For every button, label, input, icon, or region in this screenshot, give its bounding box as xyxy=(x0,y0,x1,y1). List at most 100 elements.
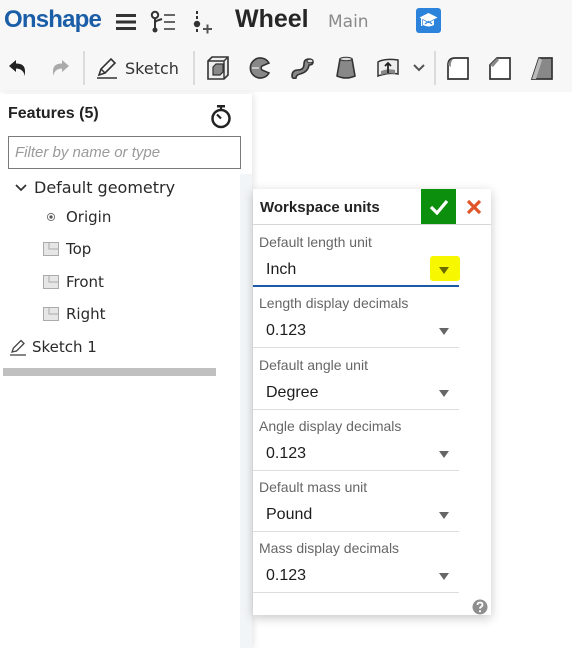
learning-center-button[interactable] xyxy=(416,8,441,33)
features-title: Features (5) xyxy=(8,105,99,122)
workspace-units-dialog: Workspace units Default length unit Inch… xyxy=(253,189,491,615)
tree-item-label: Top xyxy=(66,240,92,258)
insert-icon[interactable] xyxy=(190,10,214,36)
field-label: Default mass unit xyxy=(259,479,368,495)
onshape-logo[interactable]: Onshape xyxy=(4,6,102,34)
tree-item-label: Sketch 1 xyxy=(32,338,97,356)
cancel-button[interactable] xyxy=(461,193,487,221)
select-value: 0.123 xyxy=(266,322,307,339)
undo-button[interactable] xyxy=(6,53,30,83)
graduation-cap-icon xyxy=(419,13,438,27)
version-graph-icon[interactable] xyxy=(150,10,178,36)
redo-button[interactable] xyxy=(48,53,72,83)
branch-name[interactable]: Main xyxy=(328,12,369,32)
field-default-angle-unit: Default angle unit Degree xyxy=(253,352,459,413)
loft-icon xyxy=(336,56,356,79)
sketch-label: Sketch xyxy=(125,58,179,78)
extrude-button[interactable] xyxy=(204,53,232,83)
tree-item-label: Right xyxy=(66,305,106,323)
accept-button[interactable] xyxy=(421,189,456,224)
vertical-scroll-track[interactable] xyxy=(240,174,252,648)
field-mass-display-decimals: Mass display decimals 0.123 xyxy=(253,535,459,596)
fillet-button[interactable] xyxy=(444,53,472,83)
field-label: Length display decimals xyxy=(259,295,409,311)
chevron-down-icon xyxy=(413,64,425,72)
toolbar-divider xyxy=(434,51,436,85)
length-unit-select[interactable]: Inch xyxy=(253,255,460,287)
tree-item-sketch-1[interactable]: Sketch 1 xyxy=(9,338,97,356)
top-bar: Onshape Wheel Main xyxy=(0,0,572,45)
dialog-header: Workspace units xyxy=(253,189,491,225)
length-decimals-select[interactable]: 0.123 xyxy=(253,316,459,348)
feature-toolbar: Sketch xyxy=(0,45,572,92)
dropdown-caret-icon[interactable] xyxy=(439,267,449,274)
mass-unit-select[interactable]: Pound xyxy=(253,500,459,532)
plane-icon xyxy=(42,242,60,256)
field-default-mass-unit: Default mass unit Pound xyxy=(253,474,459,535)
select-value: Pound xyxy=(266,506,313,523)
dropdown-caret-icon[interactable] xyxy=(439,390,449,397)
field-label: Angle display decimals xyxy=(259,418,402,434)
toolbar-divider xyxy=(83,51,85,85)
close-icon xyxy=(466,199,482,215)
document-title[interactable]: Wheel xyxy=(235,5,309,34)
horizontal-scrollbar[interactable] xyxy=(3,368,216,376)
stopwatch-icon xyxy=(211,105,231,129)
mass-decimals-select[interactable]: 0.123 xyxy=(253,561,459,593)
chevron-down-icon[interactable] xyxy=(13,183,29,193)
dialog-title: Workspace units xyxy=(260,199,380,216)
dropdown-caret-icon[interactable] xyxy=(439,573,449,580)
draft-button[interactable] xyxy=(528,53,556,83)
select-value: 0.123 xyxy=(266,567,307,584)
plane-icon xyxy=(42,307,60,321)
feature-filter-input[interactable] xyxy=(8,136,241,169)
toolbar-divider xyxy=(193,51,195,85)
revolve-button[interactable] xyxy=(246,53,274,83)
origin-icon xyxy=(42,212,60,222)
dropdown-caret-icon[interactable] xyxy=(439,328,449,335)
rollback-timer-button[interactable] xyxy=(209,104,233,133)
checkmark-icon xyxy=(429,199,448,215)
plane-icon xyxy=(42,275,60,289)
tree-item-origin[interactable]: Origin xyxy=(42,208,111,226)
redo-icon xyxy=(53,60,69,76)
menu-icon[interactable] xyxy=(114,11,138,33)
tree-item-front[interactable]: Front xyxy=(42,273,104,291)
more-features-dropdown[interactable] xyxy=(410,53,428,83)
undo-icon xyxy=(9,60,25,76)
tree-item-top[interactable]: Top xyxy=(42,240,91,258)
chamfer-button[interactable] xyxy=(486,53,514,83)
onshape-app: Onshape Wheel Main Sketch Features (5) F… xyxy=(0,0,572,648)
field-label: Default angle unit xyxy=(259,357,368,373)
thicken-icon xyxy=(377,58,399,78)
dropdown-caret-icon[interactable] xyxy=(439,451,449,458)
select-value: Degree xyxy=(266,384,319,401)
extrude-icon xyxy=(207,56,229,80)
pencil-icon xyxy=(97,57,117,79)
field-default-length-unit: Default length unit Inch xyxy=(253,229,460,290)
revolve-icon xyxy=(249,57,271,79)
fillet-icon xyxy=(447,57,469,80)
field-angle-display-decimals: Angle display decimals 0.123 xyxy=(253,413,459,474)
draft-icon xyxy=(530,57,553,80)
angle-unit-select[interactable]: Degree xyxy=(253,378,459,410)
sketch-icon xyxy=(9,338,27,356)
loft-button[interactable] xyxy=(332,53,360,83)
tree-item-label: Origin xyxy=(66,208,112,226)
help-button[interactable] xyxy=(472,599,488,619)
field-label: Mass display decimals xyxy=(259,540,400,556)
sweep-button[interactable] xyxy=(288,53,316,83)
field-length-display-decimals: Length display decimals 0.123 xyxy=(253,290,459,351)
angle-decimals-select[interactable]: 0.123 xyxy=(253,439,459,471)
tree-item-label: Front xyxy=(66,273,104,291)
chamfer-icon xyxy=(489,57,511,80)
sketch-button[interactable]: Sketch xyxy=(95,53,185,83)
dropdown-caret-icon[interactable] xyxy=(439,512,449,519)
thicken-button[interactable] xyxy=(374,53,402,83)
tree-item-right[interactable]: Right xyxy=(42,305,106,323)
feature-list-panel: Features (5) Default geometry Origin xyxy=(0,94,252,648)
tree-group-default-geometry[interactable]: Default geometry xyxy=(13,178,175,197)
sweep-icon xyxy=(291,58,314,80)
tree-group-label: Default geometry xyxy=(34,178,176,197)
select-value: Inch xyxy=(266,261,297,278)
